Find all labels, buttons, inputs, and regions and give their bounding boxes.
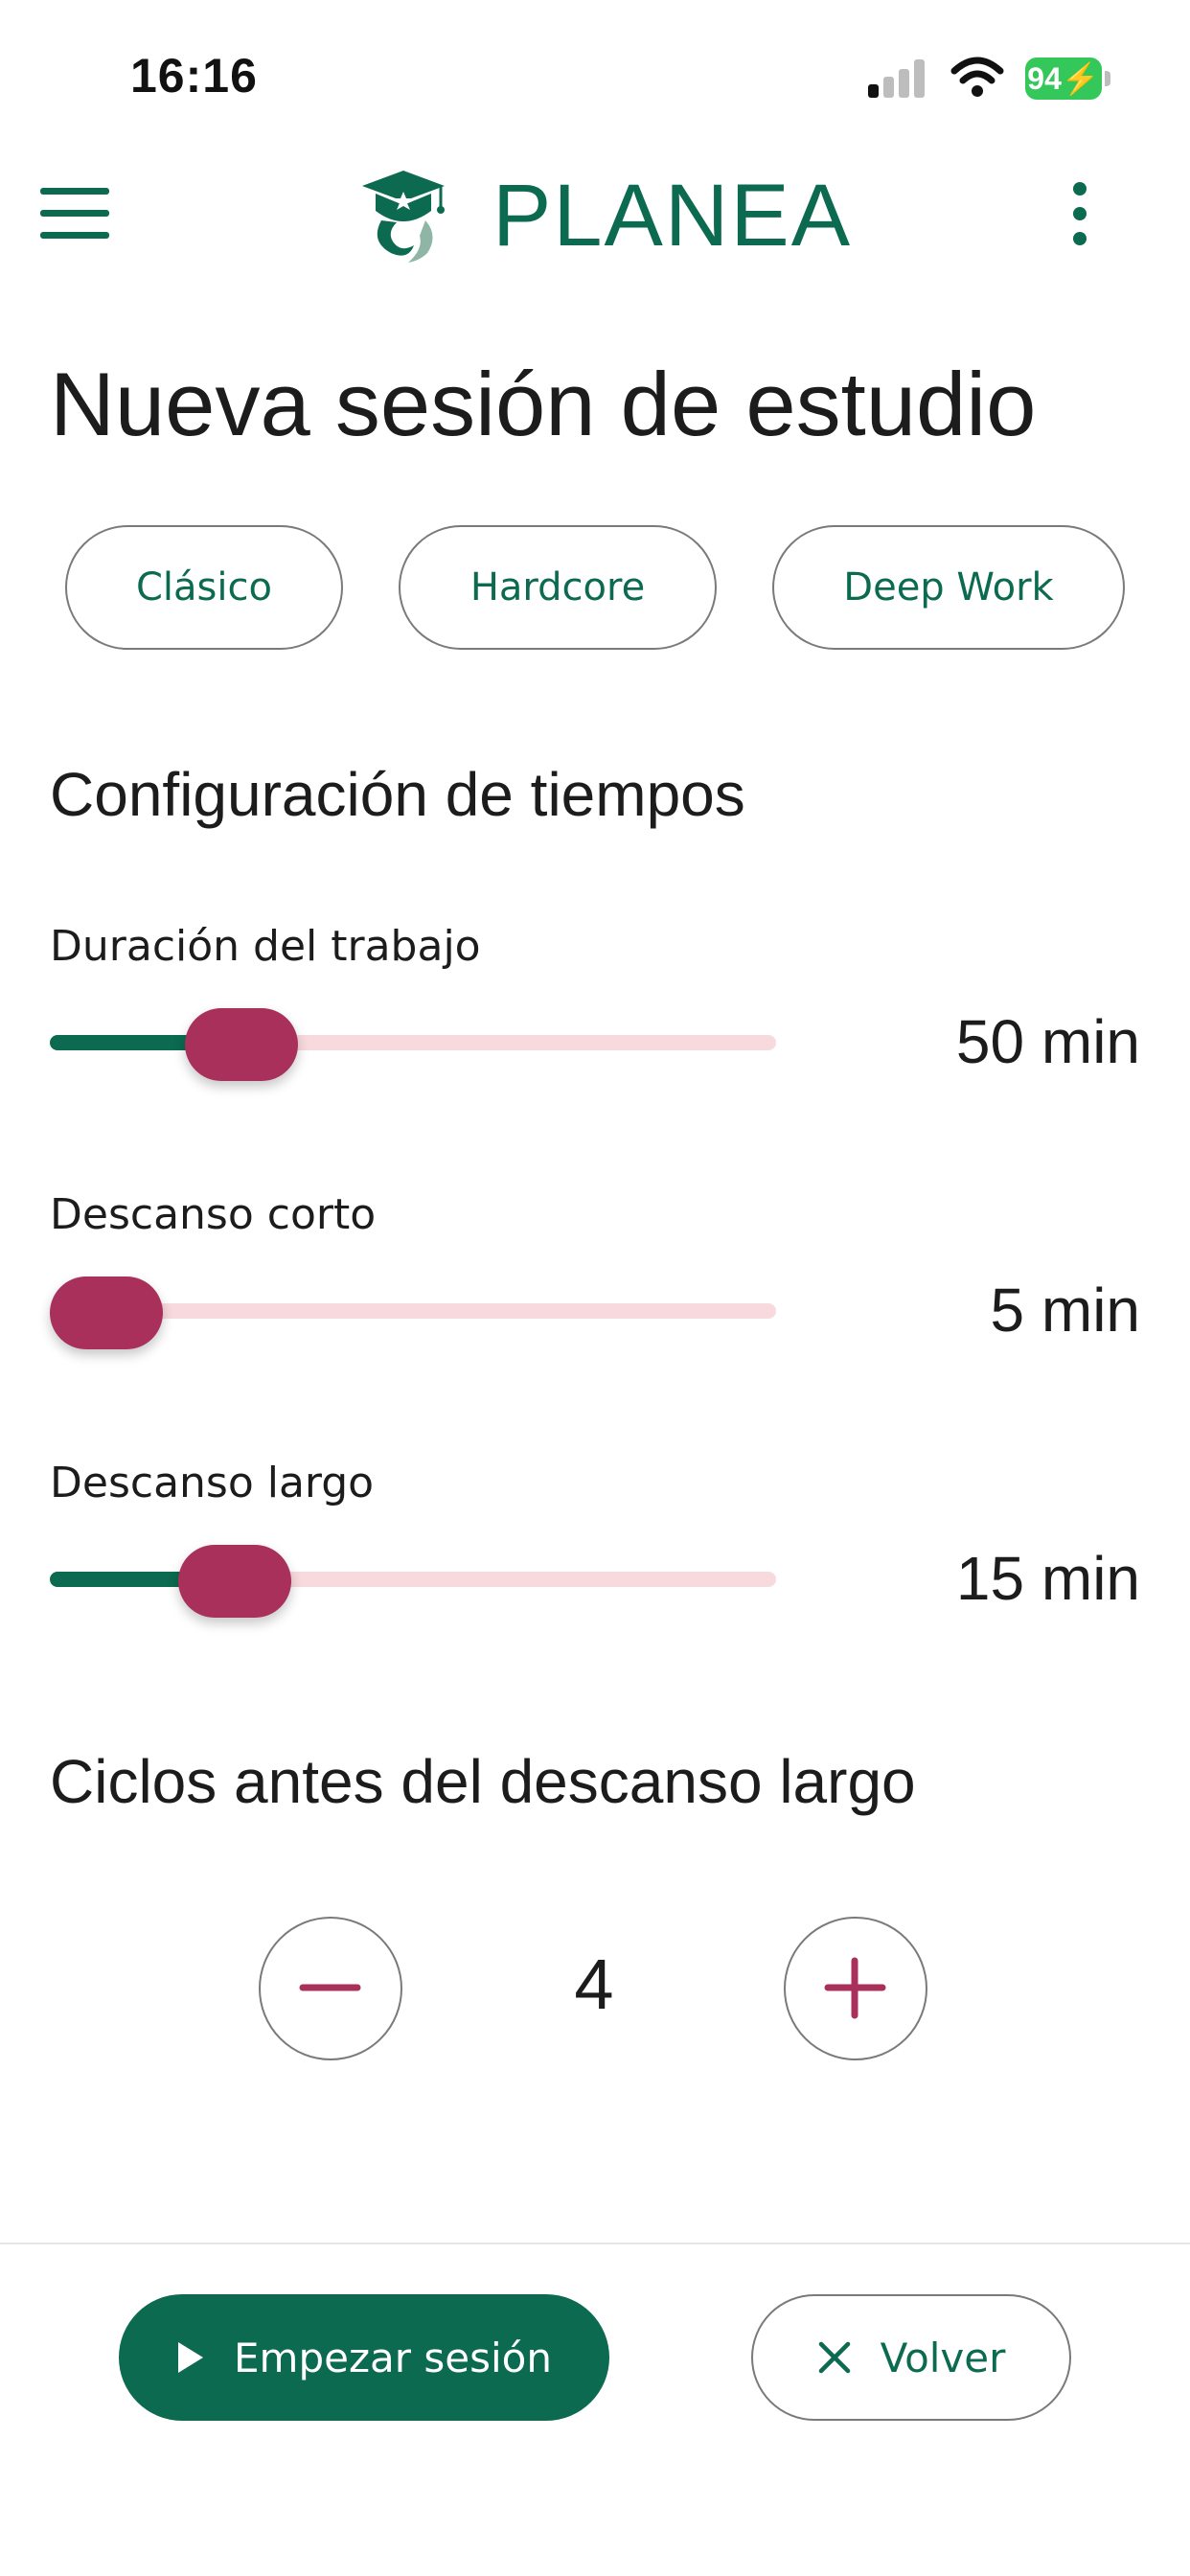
start-session-button[interactable]: Empezar sesión (119, 2294, 609, 2421)
close-icon (818, 2341, 850, 2374)
preset-chip-clasico[interactable]: Clásico (65, 525, 343, 650)
decrement-cycles-button[interactable] (259, 1917, 402, 2060)
planea-logo-icon (362, 171, 445, 263)
more-vertical-icon[interactable] (1065, 182, 1094, 245)
slider-thumb[interactable] (178, 1545, 292, 1618)
wifi-icon (950, 57, 1004, 97)
short-break-value: 5 min (990, 1276, 1141, 1345)
long-break-label: Descanso largo (50, 1459, 375, 1507)
slider-thumb[interactable] (50, 1276, 163, 1349)
start-session-label: Empezar sesión (234, 2334, 552, 2381)
plus-icon (824, 1957, 886, 2019)
timing-section-title: Configuración de tiempos (50, 760, 745, 829)
increment-cycles-button[interactable] (784, 1917, 927, 2060)
slider-thumb[interactable] (184, 1008, 298, 1081)
slider-track (106, 1303, 776, 1319)
battery-level: 94 (1027, 61, 1062, 96)
bottom-divider (0, 2242, 1190, 2244)
play-icon (178, 2342, 204, 2373)
hamburger-menu-icon[interactable] (40, 188, 111, 240)
long-break-value: 15 min (955, 1544, 1140, 1613)
page-title: Nueva sesión de estudio (50, 354, 1037, 454)
slider-track (235, 1572, 776, 1587)
minus-icon (299, 1984, 361, 1991)
back-label: Volver (880, 2334, 1006, 2381)
preset-chip-hardcore[interactable]: Hardcore (399, 525, 717, 650)
work-duration-label: Duración del trabajo (50, 922, 481, 971)
short-break-label: Descanso corto (50, 1190, 377, 1239)
cycles-count: 4 (574, 1944, 614, 2024)
slider-track (240, 1035, 776, 1050)
long-break-slider[interactable] (50, 1541, 776, 1618)
battery-icon: 94⚡ (1025, 58, 1111, 100)
app-brand: PLANEA (492, 167, 853, 264)
work-duration-slider[interactable] (50, 1004, 776, 1081)
back-button[interactable]: Volver (751, 2294, 1071, 2421)
status-time: 16:16 (130, 49, 258, 103)
cellular-signal-icon (868, 59, 926, 98)
work-duration-value: 50 min (955, 1007, 1140, 1076)
short-break-slider[interactable] (50, 1273, 776, 1349)
preset-chip-deep-work[interactable]: Deep Work (772, 525, 1125, 650)
cycles-section-title: Ciclos antes del descanso largo (50, 1747, 916, 1816)
